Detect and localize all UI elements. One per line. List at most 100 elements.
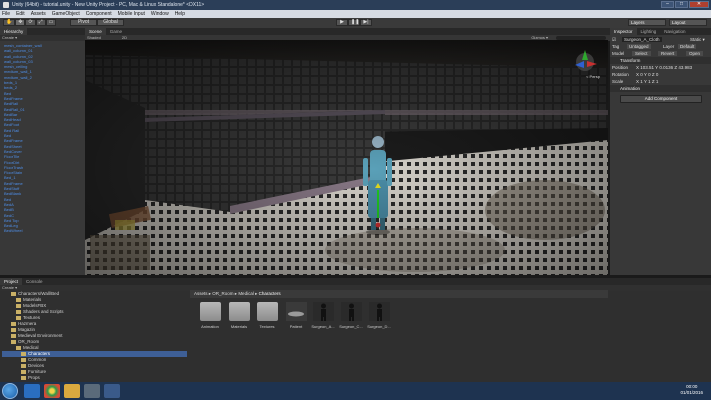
persp-label[interactable]: < Persp <box>586 74 600 79</box>
asset-label: Textures <box>259 324 275 329</box>
folder-icon <box>21 358 26 362</box>
layout-dropdown[interactable]: Layout <box>669 19 707 26</box>
breadcrumb-or-room[interactable]: OR_Room <box>212 291 233 296</box>
breadcrumb-medical[interactable]: Medical <box>238 291 254 296</box>
scale-fields[interactable]: X 1 Y 1 Z 1 <box>636 79 658 84</box>
tab-lighting[interactable]: Lighting <box>637 28 661 35</box>
window-controls: – □ ✕ <box>661 1 709 8</box>
layer-label: Layer <box>663 44 675 49</box>
static-toggle[interactable]: Static ▾ <box>690 37 705 43</box>
model-icon <box>285 302 307 321</box>
project-folder-label: Furniture <box>28 369 47 374</box>
tag-dropdown[interactable]: Untagged <box>627 44 651 49</box>
active-checkbox[interactable]: ☑ <box>612 37 616 43</box>
layer-dropdown[interactable]: Default <box>678 44 697 49</box>
chrome-icon[interactable] <box>44 384 60 398</box>
menu-help[interactable]: Help <box>175 10 185 18</box>
character-model-icon <box>340 302 362 321</box>
minimize-button[interactable]: – <box>661 1 674 8</box>
folder-icon <box>21 352 26 356</box>
project-tabstrip: Project Console <box>0 278 711 285</box>
scene-viewport[interactable]: < Persp <box>85 40 608 275</box>
hierarchy-list: mesh_container_wall wall_column_01 wall_co… <box>2 43 82 234</box>
hand-tool-icon[interactable]: ✋ <box>3 19 16 26</box>
unity-app-icon <box>3 2 9 8</box>
object-name-field[interactable]: Surgeon_A_Cloth <box>622 37 662 42</box>
app-taskbar-icon[interactable] <box>104 384 120 398</box>
position-label: Position <box>612 65 629 70</box>
ie-icon[interactable] <box>24 384 40 398</box>
start-button-icon[interactable] <box>2 383 18 399</box>
folder-icon <box>11 322 16 326</box>
rect-tool-icon[interactable]: ▭ <box>45 19 57 26</box>
tab-game[interactable]: Game <box>106 28 126 35</box>
rotate-tool-icon[interactable]: ⟳ <box>25 19 36 26</box>
hierarchy-item[interactable]: BedWheel <box>2 228 82 233</box>
asset-tile[interactable]: Patient <box>283 302 309 329</box>
position-fields[interactable]: X 103.51 Y 0.0136 Z 43.983 <box>636 65 692 70</box>
project-folder-label: Shaders and Scripts <box>23 309 64 314</box>
asset-tile[interactable]: Surgeon_A... <box>310 302 336 329</box>
pivot-toggle[interactable]: Pivot <box>70 19 97 26</box>
close-button[interactable]: ✕ <box>689 1 709 8</box>
tab-scene[interactable]: Scene <box>85 28 106 35</box>
windows-taskbar: 00:00 01/01/2016 <box>0 382 711 400</box>
model-revert-button[interactable]: Revert <box>658 51 678 56</box>
menu-file[interactable]: File <box>2 10 10 18</box>
animation-header[interactable]: Animation <box>610 85 711 92</box>
asset-tile[interactable]: Animation <box>197 302 223 329</box>
folder-icon <box>16 316 21 320</box>
hierarchy-panel: Hierarchy Create ▾ mesh_container_wall wa… <box>0 28 85 275</box>
model-select-button[interactable]: Select <box>632 51 651 56</box>
explorer-icon[interactable] <box>64 384 80 398</box>
menu-mobile-input[interactable]: Mobile Input <box>118 10 145 18</box>
project-folder-label: Medical <box>23 345 39 350</box>
project-folder-label: Medieval Environment <box>18 333 63 338</box>
tab-hierarchy[interactable]: Hierarchy <box>0 28 28 35</box>
folder-icon <box>228 302 250 321</box>
menu-component[interactable]: Component <box>86 10 112 18</box>
transform-header[interactable]: Transform <box>610 57 711 64</box>
pause-button[interactable]: ❚❚ <box>348 19 360 26</box>
asset-label: Surgeon_C... <box>339 324 363 329</box>
tab-console[interactable]: Console <box>22 278 47 285</box>
model-open-button[interactable]: Open <box>686 51 704 56</box>
rotation-fields[interactable]: X 0 Y 0 Z 0 <box>636 72 658 77</box>
menu-window[interactable]: Window <box>151 10 169 18</box>
asset-tile[interactable]: Surgeon_C... <box>338 302 364 329</box>
scale-tool-icon[interactable]: ⤢ <box>35 19 46 26</box>
folder-icon <box>11 328 16 332</box>
play-button[interactable]: ▶ <box>336 19 348 26</box>
project-folder-label: ModelsFBX <box>23 303 47 308</box>
maximize-button[interactable]: □ <box>675 1 688 8</box>
global-toggle[interactable]: Global <box>97 19 124 26</box>
folder-icon <box>199 302 221 321</box>
folder-icon <box>16 304 21 308</box>
project-folder-label: OR_Room <box>18 339 40 344</box>
unity-taskbar-icon[interactable] <box>84 384 100 398</box>
tab-navigation[interactable]: Navigation <box>660 28 689 35</box>
add-component-button[interactable]: Add Component <box>620 95 702 103</box>
asset-tile[interactable]: Materials <box>226 302 252 329</box>
step-button[interactable]: ▶| <box>360 19 372 26</box>
folder-icon <box>11 340 16 344</box>
asset-tile[interactable]: Textures <box>254 302 280 329</box>
hierarchy-create-bar: Create ▾ <box>0 35 85 41</box>
transform-tools: ✋ ✥ ⟳ ⤢ ▭ <box>3 19 57 26</box>
menu-assets[interactable]: Assets <box>31 10 46 18</box>
system-clock[interactable]: 00:00 01/01/2016 <box>680 384 703 396</box>
breadcrumb-assets[interactable]: Assets <box>194 291 208 296</box>
project-folder-label: Devices <box>28 363 45 368</box>
layers-dropdown[interactable]: Layers <box>628 19 666 26</box>
tab-project[interactable]: Project <box>0 278 23 285</box>
breadcrumb-characters[interactable]: Characters <box>259 291 281 296</box>
menu-gameobject[interactable]: GameObject <box>52 10 80 18</box>
project-create-button[interactable]: Create ▾ <box>2 285 17 290</box>
menu-edit[interactable]: Edit <box>16 10 25 18</box>
playback-controls: ▶ ❚❚ ▶| <box>336 19 372 26</box>
move-tool-icon[interactable]: ✥ <box>15 19 26 26</box>
project-folder-item[interactable]: Props <box>2 375 40 381</box>
asset-tile[interactable]: Surgeon_D... <box>366 302 392 329</box>
hierarchy-create-button[interactable]: Create ▾ <box>2 35 17 40</box>
tab-inspector[interactable]: Inspector <box>610 28 637 35</box>
